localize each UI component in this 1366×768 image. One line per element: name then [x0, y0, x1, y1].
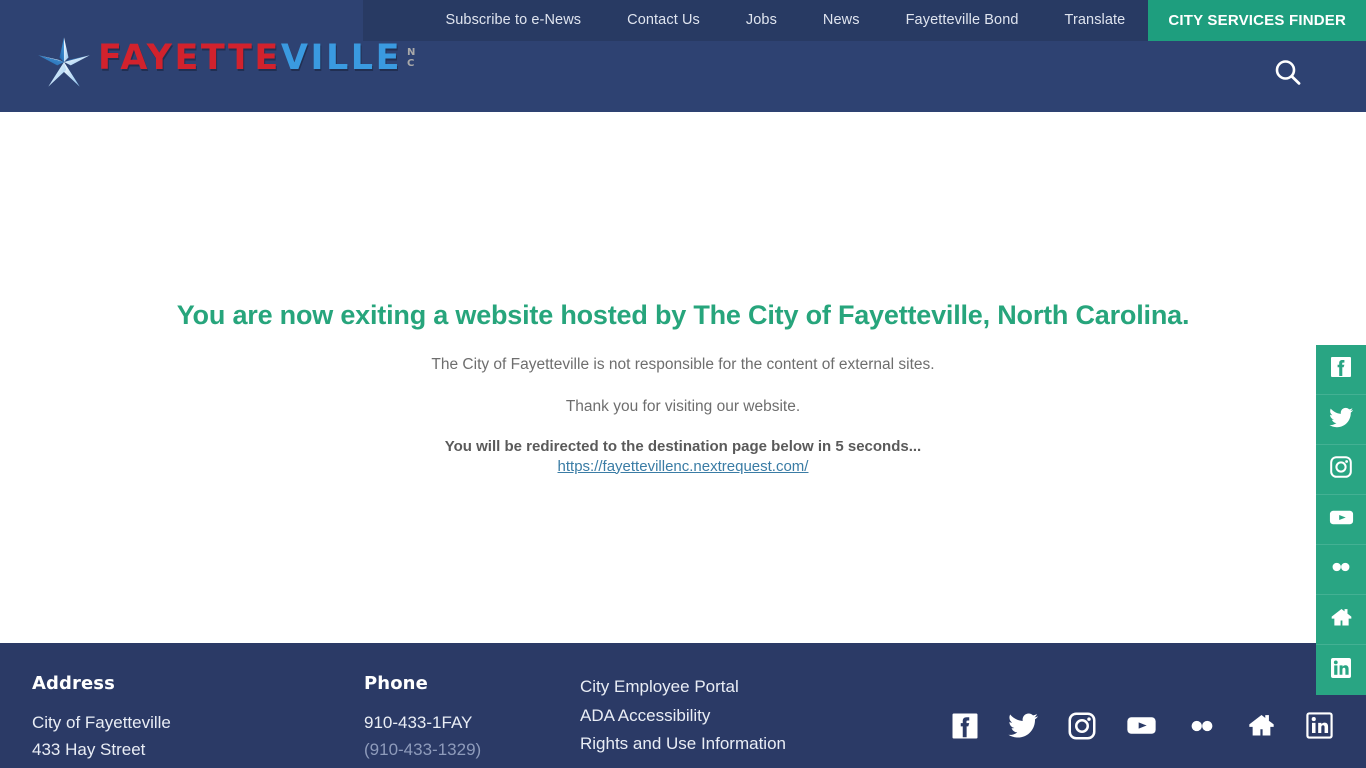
- nav-item-contact-us[interactable]: Contact Us: [604, 0, 723, 41]
- nav-item-translate[interactable]: Translate: [1042, 0, 1149, 41]
- logo-state-n: N: [406, 47, 416, 58]
- exit-notice: You are now exiting a website hosted by …: [0, 298, 1366, 476]
- footer-linkedin-link[interactable]: [1305, 711, 1334, 745]
- footer-link-city-employee-portal[interactable]: City Employee Portal: [580, 673, 940, 702]
- top-utility-nav: Subscribe to e-News Contact Us Jobs News…: [363, 0, 1366, 41]
- youtube-icon: [1125, 709, 1158, 747]
- facebook-icon: [950, 711, 980, 746]
- star-icon: [36, 34, 92, 90]
- linkedin-icon: [1329, 656, 1353, 685]
- rail-flickr-link[interactable]: [1316, 545, 1366, 595]
- rail-youtube-link[interactable]: [1316, 495, 1366, 545]
- footer-twitter-link[interactable]: [1008, 710, 1039, 746]
- destination-link[interactable]: https://fayettevillenc.nextrequest.com/: [558, 458, 809, 475]
- footer-links-column: City Employee Portal ADA Accessibility R…: [580, 673, 940, 759]
- address-heading: Address: [32, 673, 115, 694]
- rail-nextdoor-link[interactable]: [1316, 595, 1366, 645]
- search-button[interactable]: [1266, 52, 1310, 96]
- linkedin-icon: [1305, 711, 1334, 745]
- site-footer: Address City of Fayetteville 433 Hay Str…: [0, 643, 1366, 768]
- footer-link-ada-accessibility[interactable]: ADA Accessibility: [580, 702, 940, 731]
- page-title: You are now exiting a website hosted by …: [176, 300, 1190, 330]
- rail-twitter-link[interactable]: [1316, 395, 1366, 445]
- utility-nav-links: Subscribe to e-News Contact Us Jobs News…: [422, 0, 1148, 41]
- footer-link-rights-and-use-information[interactable]: Rights and Use Information: [580, 730, 940, 759]
- twitter-icon: [1008, 710, 1039, 746]
- logo-state-c: C: [406, 58, 415, 69]
- thanks-text: Thank you for visiting our website.: [565, 398, 801, 416]
- address-line-3: Fayetteville, NC 28301-5537: [32, 763, 364, 768]
- disclaimer-text: The City of Fayetteville is not responsi…: [431, 356, 935, 374]
- instagram-icon: [1329, 455, 1353, 484]
- footer-nextdoor-link[interactable]: [1246, 710, 1277, 746]
- phone-secondary: (910-433-1329): [364, 739, 482, 759]
- facebook-icon: [1329, 355, 1353, 384]
- youtube-icon: [1328, 504, 1355, 536]
- address-line-2: 433 Hay Street: [32, 739, 146, 759]
- footer-social-links: [950, 709, 1334, 747]
- footer-facebook-link[interactable]: [950, 711, 980, 746]
- footer-address-column: Address City of Fayetteville 433 Hay Str…: [32, 673, 364, 768]
- footer-flickr-link[interactable]: [1186, 710, 1218, 747]
- flickr-icon: [1328, 554, 1354, 585]
- logo-text-fayette: FAYETTE: [98, 38, 281, 78]
- footer-youtube-link[interactable]: [1125, 709, 1158, 747]
- nextdoor-icon: [1329, 605, 1354, 635]
- site-logo[interactable]: FAYETTE VILLE N C: [36, 32, 415, 92]
- logo-text-ville: VILLE: [280, 38, 402, 78]
- phone-heading: Phone: [364, 673, 428, 694]
- rail-facebook-link[interactable]: [1316, 345, 1366, 395]
- nav-item-jobs[interactable]: Jobs: [723, 0, 800, 41]
- search-icon: [1271, 56, 1305, 93]
- social-media-rail: [1316, 345, 1366, 695]
- logo-state-abbrev: NC: [407, 47, 415, 69]
- address-line-1: City of Fayetteville: [32, 713, 171, 732]
- city-services-finder-button[interactable]: CITY SERVICES FINDER: [1148, 0, 1366, 41]
- nav-item-fayetteville-bond[interactable]: Fayetteville Bond: [883, 0, 1042, 41]
- main-content: You are now exiting a website hosted by …: [0, 112, 1366, 695]
- rail-linkedin-link[interactable]: [1316, 645, 1366, 695]
- rail-instagram-link[interactable]: [1316, 445, 1366, 495]
- nav-item-subscribe-to-e-news[interactable]: Subscribe to e-News: [422, 0, 604, 41]
- phone-primary: 910-433-1FAY: [364, 713, 473, 732]
- flickr-icon: [1186, 710, 1218, 747]
- site-header: Subscribe to e-News Contact Us Jobs News…: [0, 0, 1366, 112]
- instagram-icon: [1067, 711, 1097, 746]
- footer-instagram-link[interactable]: [1067, 711, 1097, 746]
- twitter-icon: [1328, 405, 1354, 435]
- logo-wordmark: FAYETTE VILLE N C: [98, 41, 415, 83]
- nextdoor-icon: [1246, 710, 1277, 746]
- nav-item-news[interactable]: News: [800, 0, 883, 41]
- footer-phone-column: Phone 910-433-1FAY (910-433-1329): [364, 673, 580, 763]
- redirect-notice: You will be redirected to the destinatio…: [444, 437, 922, 455]
